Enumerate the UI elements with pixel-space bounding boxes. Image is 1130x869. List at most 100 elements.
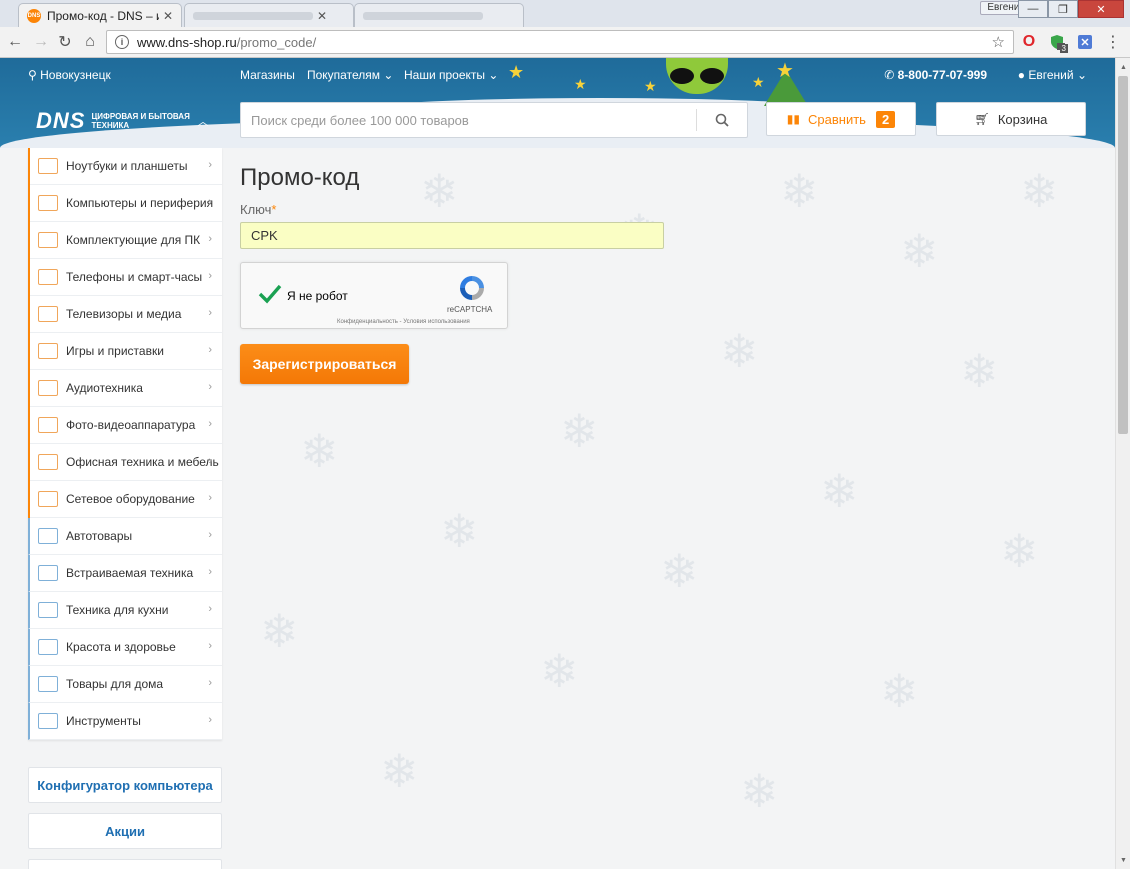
- register-button[interactable]: Зарегистрироваться: [240, 344, 409, 384]
- recaptcha-brand: reCAPTCHA: [447, 305, 493, 314]
- sidebar-category[interactable]: Красота и здоровье ›: [28, 629, 222, 666]
- search-icon[interactable]: [697, 103, 747, 137]
- minimize-icon[interactable]: —: [1018, 0, 1048, 18]
- sidebar-category[interactable]: Аудиотехника ›: [30, 370, 222, 407]
- chevron-right-icon: ›: [208, 640, 212, 652]
- category-label: Инструменты: [66, 714, 141, 728]
- city-name: Новокузнецк: [40, 68, 111, 82]
- snowflake-decoration: ❄: [540, 645, 579, 697]
- snowflake-decoration: ❄: [780, 165, 819, 217]
- sidebar-category[interactable]: Техника для кухни ›: [28, 592, 222, 629]
- nav-projects[interactable]: Наши проекты ⌄: [404, 68, 498, 82]
- scroll-up-icon[interactable]: ▲: [1116, 60, 1130, 74]
- category-label: Техника для кухни: [66, 603, 169, 617]
- chevron-right-icon: ›: [208, 603, 212, 615]
- url-path: /promo_code/: [236, 34, 317, 50]
- page-title: Промо-код: [240, 164, 360, 191]
- category-label: Компьютеры и периферия: [66, 196, 214, 210]
- opera-extension-icon[interactable]: O: [1020, 33, 1038, 51]
- snowflake-decoration: ❄: [260, 605, 299, 657]
- snowflake-decoration: ❄: [720, 325, 759, 377]
- support-phone[interactable]: ✆ 8-800-77-07-999: [884, 68, 987, 82]
- sidebar-category[interactable]: Автотовары ›: [28, 518, 222, 555]
- scroll-down-icon[interactable]: ▼: [1116, 853, 1130, 867]
- translate-extension-icon[interactable]: [1076, 33, 1094, 51]
- shield-extension-icon[interactable]: 3: [1048, 33, 1068, 53]
- promo-key-input[interactable]: [240, 222, 664, 249]
- sidebar-category[interactable]: Сетевое оборудование ›: [30, 481, 222, 518]
- snowflake-decoration: ❄: [560, 405, 599, 457]
- chevron-up-icon: ︿: [197, 116, 209, 128]
- window-close-icon[interactable]: ✕: [1078, 0, 1124, 18]
- browser-toolbar: ← → ↻ ⌂ i www.dns-shop.ru/promo_code/ ☆ …: [0, 27, 1130, 58]
- nav-stores[interactable]: Магазины: [240, 68, 295, 82]
- cart-button[interactable]: 🛒︎ Корзина: [936, 102, 1086, 136]
- sidebar-next-button[interactable]: [28, 859, 222, 869]
- dns-logo[interactable]: DNS Цифровая и бытовая техника ︿: [36, 108, 208, 134]
- snowflake-decoration: ❄: [380, 745, 419, 797]
- sidebar-category[interactable]: Фото-видеоаппаратура ›: [30, 407, 222, 444]
- recaptcha-widget[interactable]: Я не робот reCAPTCHA Конфиденциальность …: [240, 262, 508, 329]
- chevron-right-icon: ›: [208, 196, 212, 208]
- sidebar-category[interactable]: Встраиваемая техника ›: [28, 555, 222, 592]
- snowflake-decoration: ❄: [740, 765, 779, 817]
- reload-icon[interactable]: ↻: [54, 31, 76, 53]
- chevron-right-icon: ›: [208, 233, 212, 245]
- browser-tab-3[interactable]: [354, 3, 524, 27]
- tab-title-blurred: [363, 11, 483, 20]
- address-bar[interactable]: i www.dns-shop.ru/promo_code/ ☆: [106, 30, 1014, 54]
- back-arrow-icon[interactable]: ←: [4, 31, 26, 53]
- sidebar-category[interactable]: Телевизоры и медиа ›: [30, 296, 222, 333]
- sidebar-category[interactable]: Телефоны и смарт-часы ›: [30, 259, 222, 296]
- maximize-icon[interactable]: ❐: [1048, 0, 1078, 18]
- menu-kebab-icon[interactable]: ⋮: [1104, 33, 1122, 51]
- category-icon: [38, 269, 58, 285]
- snowflake-decoration: ❄: [900, 225, 939, 277]
- browser-tab-active[interactable]: DNS Промо-код - DNS – инт ✕: [18, 3, 182, 27]
- browser-tab-2[interactable]: ✕: [184, 3, 354, 27]
- close-tab-icon[interactable]: ✕: [317, 9, 327, 23]
- url-host: www.dns-shop.ru: [137, 34, 237, 50]
- sidebar-category[interactable]: Комплектующие для ПК ›: [30, 222, 222, 259]
- cart-icon: 🛒︎: [974, 112, 990, 126]
- sidebar-category[interactable]: Офисная техника и мебель ›: [30, 444, 222, 481]
- category-icon: [38, 343, 58, 359]
- bookmark-star-icon[interactable]: ☆: [992, 33, 1005, 51]
- snowflake-decoration: ❄: [300, 425, 339, 477]
- chevron-right-icon: ›: [208, 714, 212, 726]
- promo-button[interactable]: Акции: [28, 813, 222, 849]
- browser-tabbar: DNS Промо-код - DNS – инт ✕ ✕ Евгений — …: [0, 0, 1130, 27]
- chevron-right-icon: ›: [208, 492, 212, 504]
- category-label: Игры и приставки: [66, 344, 164, 358]
- page-scrollbar[interactable]: ▲ ▼: [1115, 58, 1130, 869]
- sidebar-category[interactable]: Ноутбуки и планшеты ›: [30, 148, 222, 185]
- category-icon: [38, 565, 58, 581]
- snowflake-decoration: ❄: [1020, 165, 1059, 217]
- home-icon[interactable]: ⌂: [79, 31, 101, 53]
- search-input[interactable]: [241, 103, 696, 137]
- nav-customers[interactable]: Покупателям ⌄: [307, 68, 393, 82]
- search-box: [240, 102, 748, 138]
- snowflake-decoration: ❄: [420, 165, 459, 217]
- page-body: ❄ ❄ ❄ ❄ ❄ ❄ ❄ ❄ ❄ ❄ ❄ ❄ ❄ ❄ ❄ ❄ ❄ ❄ Ноут…: [0, 148, 1115, 869]
- chevron-down-icon: ⌄: [488, 68, 499, 82]
- city-selector[interactable]: ⚲ Новокузнецк: [28, 68, 111, 82]
- configurator-button[interactable]: Конфигуратор компьютера: [28, 767, 222, 803]
- forward-arrow-icon[interactable]: →: [30, 31, 52, 53]
- recaptcha-links[interactable]: Конфиденциальность - Условия использован…: [337, 319, 470, 325]
- user-menu[interactable]: ● Евгений ⌄: [1018, 68, 1087, 82]
- recaptcha-logo-icon: [460, 276, 484, 300]
- site-info-icon[interactable]: i: [115, 35, 129, 49]
- sidebar-category[interactable]: Инструменты ›: [28, 703, 222, 740]
- close-tab-icon[interactable]: ✕: [163, 9, 173, 23]
- sidebar-category[interactable]: Игры и приставки ›: [30, 333, 222, 370]
- category-label: Товары для дома: [66, 677, 164, 691]
- user-icon: ●: [1017, 68, 1026, 82]
- chevron-down-icon: ⌄: [383, 68, 394, 82]
- chevron-right-icon: ›: [208, 566, 212, 578]
- sidebar-category[interactable]: Компьютеры и периферия ›: [30, 185, 222, 222]
- window-controls: — ❐ ✕: [1018, 0, 1124, 18]
- compare-button[interactable]: ▮▮ Сравнить 2: [766, 102, 916, 136]
- sidebar-category[interactable]: Товары для дома ›: [28, 666, 222, 703]
- scrollbar-thumb[interactable]: [1118, 76, 1128, 434]
